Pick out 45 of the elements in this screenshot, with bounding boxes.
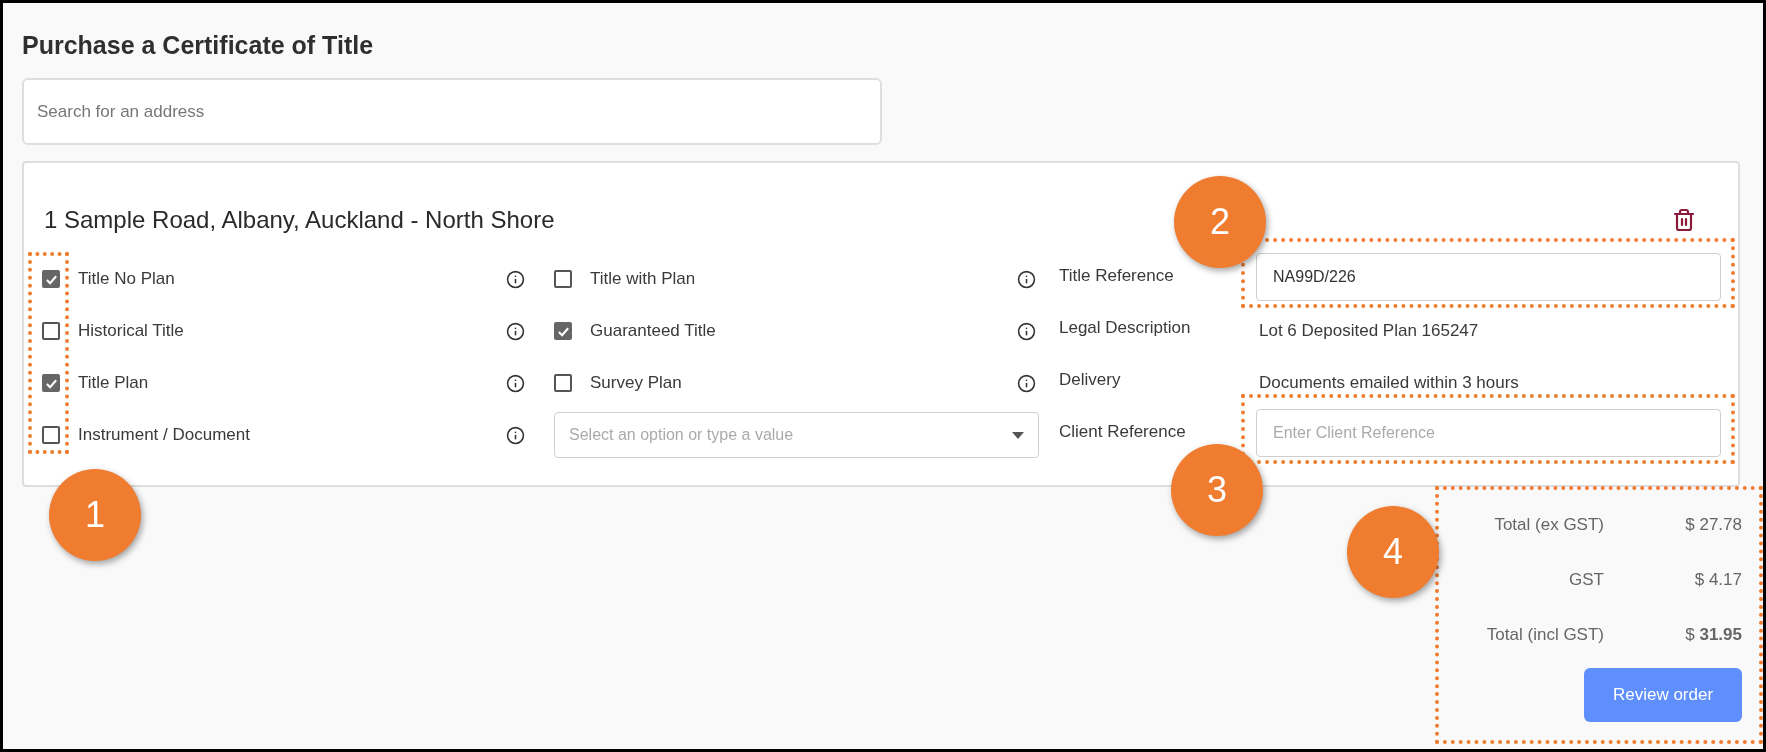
option-label: Title with Plan [590, 268, 696, 291]
field-value: Lot 6 Deposited Plan 165247 [1258, 320, 1479, 343]
option-label: Title No Plan [78, 268, 175, 291]
info-icon[interactable] [1017, 269, 1036, 289]
info-icon[interactable] [506, 373, 525, 393]
info-icon[interactable] [1017, 321, 1036, 341]
checkbox[interactable] [554, 374, 572, 392]
address-heading: 1 Sample Road, Albany, Auckland - North Shore [44, 205, 555, 235]
checkbox[interactable] [42, 322, 60, 340]
input-field[interactable]: NA99D/226 [1256, 253, 1721, 301]
caret-icon [1012, 431, 1024, 439]
field-label: Client Reference [1059, 421, 1186, 444]
field-value: Documents emailed within 3 hours [1258, 372, 1519, 395]
total-label: GST [1568, 568, 1604, 591]
page-title: Purchase a Certificate of Title [22, 30, 375, 61]
option-label: Historical Title [78, 320, 184, 343]
callout-marker: 4 [1347, 506, 1439, 598]
total-label: Total (incl GST) [1486, 623, 1604, 646]
total-value: $ 27.78 [1684, 513, 1742, 536]
callout-marker: 1 [49, 469, 141, 561]
search-field[interactable]: Search for an address [22, 78, 882, 145]
input-field[interactable]: Enter Client Reference [1256, 409, 1721, 457]
option-label: Guaranteed Title [590, 320, 716, 343]
total-label: Total (ex GST) [1493, 513, 1604, 536]
info-icon[interactable] [1017, 373, 1036, 393]
field-label: Title Reference [1059, 265, 1174, 288]
field-label: Legal Description [1059, 317, 1191, 340]
delete-icon[interactable] [1672, 208, 1696, 232]
option-label: Survey Plan [590, 372, 682, 395]
option-label: Instrument / Document [78, 424, 250, 447]
checkbox[interactable] [554, 322, 572, 340]
review-order-button[interactable]: Review order [1584, 668, 1742, 722]
checkbox[interactable] [42, 426, 60, 444]
checkbox[interactable] [42, 270, 60, 288]
total-value: $ 31.95 [1684, 623, 1742, 646]
select-field[interactable]: Select an option or type a value [554, 412, 1039, 458]
total-value: $ 4.17 [1693, 568, 1742, 591]
callout-marker: 3 [1171, 444, 1263, 536]
info-icon[interactable] [506, 321, 525, 341]
checkbox[interactable] [42, 374, 60, 392]
field-label: Delivery [1059, 369, 1121, 392]
info-icon[interactable] [506, 269, 525, 289]
option-label: Title Plan [78, 372, 149, 395]
info-icon[interactable] [506, 425, 525, 445]
checkbox[interactable] [554, 270, 572, 288]
